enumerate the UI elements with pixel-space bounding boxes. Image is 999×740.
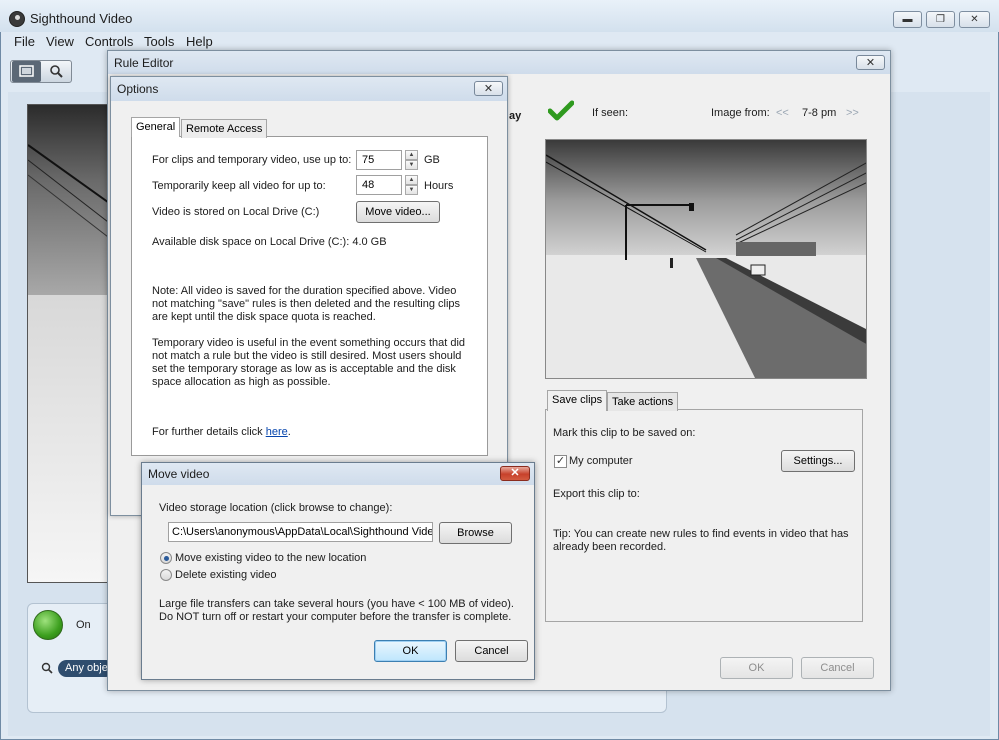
- further-details-link[interactable]: here: [266, 426, 288, 438]
- search-view-button[interactable]: [42, 61, 71, 82]
- storage-note-text: Note: All video is saved for the duratio…: [152, 285, 461, 323]
- stepper-down-icon[interactable]: ▼: [405, 185, 418, 195]
- my-computer-label: My computer: [569, 455, 633, 467]
- tab-take-actions[interactable]: Take actions: [607, 392, 679, 411]
- minimize-button[interactable]: ▬: [893, 11, 922, 28]
- move-video-ok-button[interactable]: OK: [374, 640, 447, 662]
- clips-storage-stepper[interactable]: ▲ ▼: [405, 150, 418, 170]
- camera-on-indicator-icon[interactable]: [33, 610, 63, 640]
- delete-existing-label: Delete existing video: [175, 569, 277, 581]
- further-details-text: For further details click here.: [152, 426, 291, 438]
- move-existing-label: Move existing video to the new location: [175, 552, 367, 564]
- move-video-close-button[interactable]: ✕: [500, 466, 530, 481]
- checkmark-icon: [548, 100, 574, 121]
- move-video-button[interactable]: Move video...: [356, 201, 440, 223]
- menu-controls[interactable]: Controls: [85, 34, 133, 49]
- rule-editor-ok-button[interactable]: OK: [720, 657, 793, 679]
- tab-general[interactable]: General: [131, 117, 181, 137]
- options-close-button[interactable]: ✕: [474, 81, 503, 96]
- disk-space-label: Available disk space on Local Drive (C:)…: [152, 236, 387, 248]
- camera-feed[interactable]: [27, 104, 111, 583]
- move-existing-radio[interactable]: [160, 552, 172, 564]
- further-details-prefix: For further details click: [152, 426, 266, 438]
- delete-existing-radio[interactable]: [160, 569, 172, 581]
- magnifier-icon: [50, 65, 63, 78]
- temporary-video-note: Temporary video is useful in the event s…: [152, 337, 466, 388]
- menu-file[interactable]: File: [14, 34, 35, 49]
- rule-partial-label: ay: [509, 110, 522, 122]
- checkmark-icon: ✓: [555, 455, 566, 467]
- transfer-warning-text: Large file transfers can take several ho…: [159, 598, 514, 623]
- options-title: Options: [117, 82, 159, 96]
- options-title-bar: [111, 77, 507, 101]
- next-hour-button[interactable]: >>: [846, 107, 859, 119]
- mark-clip-label: Mark this clip to be saved on:: [553, 427, 696, 439]
- clips-storage-label: For clips and temporary video, use up to…: [152, 154, 352, 166]
- tab-remote-access[interactable]: Remote Access: [181, 119, 268, 138]
- move-video-cancel-button[interactable]: Cancel: [455, 640, 528, 662]
- menu-tools[interactable]: Tools: [144, 34, 174, 49]
- monitor-view-button[interactable]: [12, 61, 41, 82]
- restore-button[interactable]: ❐: [926, 11, 955, 28]
- title-bar: [0, 0, 999, 32]
- rule-editor-title: Rule Editor: [114, 56, 174, 70]
- close-button[interactable]: ✕: [959, 11, 990, 28]
- time-range-label: 7-8 pm: [802, 107, 837, 119]
- stepper-up-icon[interactable]: ▲: [405, 150, 418, 160]
- settings-button[interactable]: Settings...: [781, 450, 855, 472]
- move-video-title: Move video: [148, 467, 210, 481]
- rule-tip-text: Tip: You can create new rules to find ev…: [553, 528, 849, 553]
- image-from-label: Image from:: [711, 107, 770, 119]
- keep-video-label: Temporarily keep all video for up to:: [152, 180, 326, 192]
- camera-status-label: On: [76, 619, 91, 631]
- keep-video-stepper[interactable]: ▲ ▼: [405, 175, 418, 195]
- power-lines-graphic: [28, 144, 110, 240]
- stepper-up-icon[interactable]: ▲: [405, 175, 418, 185]
- browse-button[interactable]: Browse: [439, 522, 512, 544]
- snowy-road-picture: [546, 140, 866, 378]
- storage-path-input[interactable]: C:\Users\anonymous\AppData\Local\Sightho…: [168, 522, 433, 542]
- rule-editor-close-button[interactable]: ✕: [856, 55, 885, 70]
- monitor-icon: [19, 65, 34, 77]
- rule-preview-image: [545, 139, 867, 379]
- keep-video-input[interactable]: 48: [356, 175, 402, 195]
- my-computer-checkbox[interactable]: ✓: [554, 455, 567, 468]
- app-logo-icon: [9, 11, 25, 27]
- menu-view[interactable]: View: [46, 34, 74, 49]
- clips-storage-unit: GB: [424, 154, 440, 166]
- rule-editor-cancel-button[interactable]: Cancel: [801, 657, 874, 679]
- export-clip-label: Export this clip to:: [553, 488, 640, 500]
- storage-location-prompt: Video storage location (click browse to …: [159, 502, 393, 514]
- search-icon: [41, 662, 53, 674]
- previous-hour-button[interactable]: <<: [776, 107, 789, 119]
- stepper-down-icon[interactable]: ▼: [405, 160, 418, 170]
- further-details-suffix: .: [287, 426, 291, 438]
- rule-editor-title-bar: [108, 51, 890, 74]
- window-title: Sighthound Video: [30, 11, 133, 26]
- if-seen-label: If seen:: [592, 107, 629, 119]
- clips-storage-input[interactable]: 75: [356, 150, 402, 170]
- keep-video-unit: Hours: [424, 180, 454, 192]
- menu-help[interactable]: Help: [186, 34, 213, 49]
- storage-location-label: Video is stored on Local Drive (C:): [152, 206, 320, 218]
- object-filter-chip[interactable]: Any obje: [58, 660, 114, 677]
- rule-actions-panel: [545, 409, 863, 622]
- tab-save-clips[interactable]: Save clips: [547, 390, 608, 411]
